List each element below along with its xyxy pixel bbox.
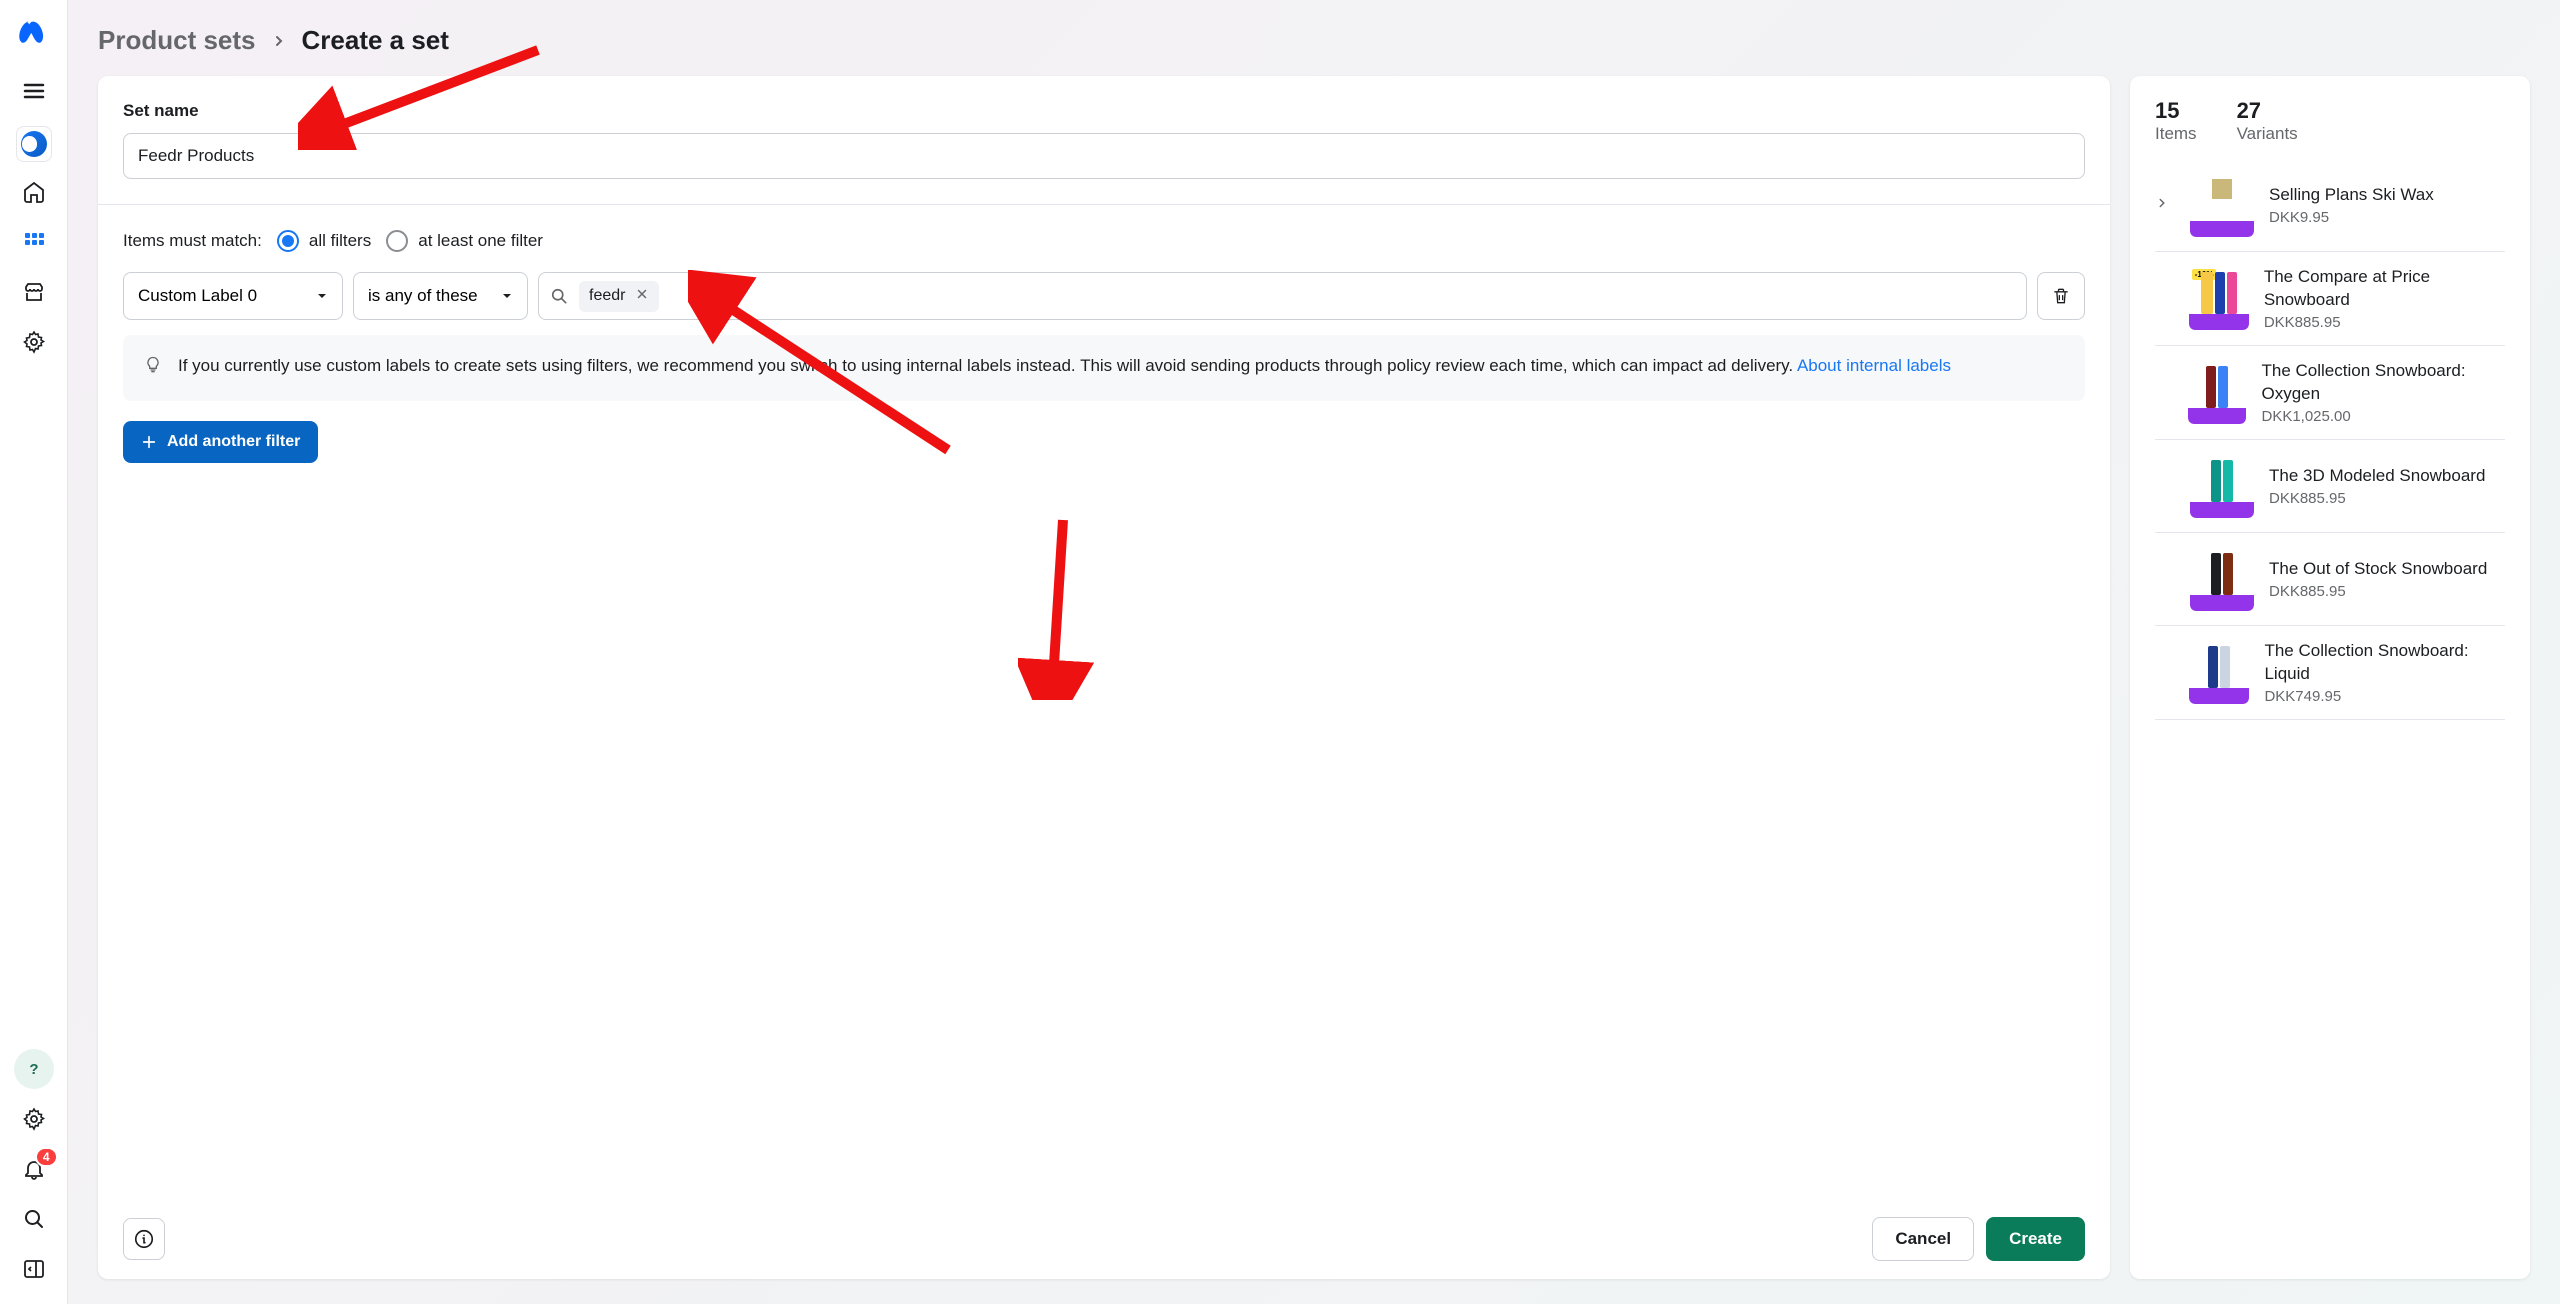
product-name: The Collection Snowboard: Liquid bbox=[2264, 640, 2505, 686]
product-price: DKK885.95 bbox=[2264, 314, 2505, 331]
remove-chip-icon[interactable] bbox=[635, 287, 649, 306]
product-price: DKK885.95 bbox=[2269, 490, 2485, 507]
product-thumbnail bbox=[2190, 454, 2254, 518]
account-avatar[interactable] bbox=[16, 126, 52, 162]
delete-filter-button[interactable] bbox=[2037, 272, 2085, 320]
product-name: Selling Plans Ski Wax bbox=[2269, 184, 2434, 207]
chevron-down-icon bbox=[501, 290, 513, 302]
product-name: The 3D Modeled Snowboard bbox=[2269, 465, 2485, 488]
product-item[interactable]: The 3D Modeled Snowboard DKK885.95 bbox=[2155, 440, 2505, 533]
product-item[interactable]: The Out of Stock Snowboard DKK885.95 bbox=[2155, 533, 2505, 626]
search-icon[interactable] bbox=[14, 1199, 54, 1239]
product-price: DKK885.95 bbox=[2269, 583, 2487, 600]
radio-icon bbox=[386, 230, 408, 252]
chevron-right-icon[interactable] bbox=[2155, 196, 2175, 215]
set-name-input[interactable] bbox=[123, 133, 2085, 179]
product-thumbnail bbox=[2189, 640, 2250, 704]
plus-icon bbox=[141, 434, 157, 450]
trash-icon bbox=[2051, 286, 2071, 306]
chevron-down-icon bbox=[316, 290, 328, 302]
filter-value-input[interactable]: feedr bbox=[538, 272, 2027, 320]
notifications-bell-icon[interactable]: 4 bbox=[14, 1149, 54, 1189]
items-stat: 15 Items bbox=[2155, 98, 2197, 144]
lightbulb-icon bbox=[143, 355, 163, 383]
info-link[interactable]: About internal labels bbox=[1797, 356, 1951, 375]
product-thumbnail bbox=[2188, 360, 2246, 424]
product-price: DKK749.95 bbox=[2264, 688, 2505, 705]
cancel-button[interactable]: Cancel bbox=[1872, 1217, 1974, 1261]
hamburger-menu-icon[interactable] bbox=[14, 71, 54, 111]
product-name: The Out of Stock Snowboard bbox=[2269, 558, 2487, 581]
svg-text:?: ? bbox=[29, 1061, 38, 1078]
product-item[interactable]: The Collection Snowboard: Liquid DKK749.9… bbox=[2155, 626, 2505, 720]
filter-operator-select[interactable]: is any of these bbox=[353, 272, 528, 320]
notification-badge: 4 bbox=[35, 1147, 58, 1167]
settings-gear-icon[interactable] bbox=[14, 322, 54, 362]
home-icon[interactable] bbox=[14, 172, 54, 212]
breadcrumb-current: Create a set bbox=[302, 25, 449, 56]
set-name-label: Set name bbox=[123, 101, 2085, 121]
left-sidebar: ? 4 bbox=[0, 0, 68, 1304]
product-item[interactable]: Selling Plans Ski Wax DKK9.95 bbox=[2155, 159, 2505, 252]
settings-gear-icon-2[interactable] bbox=[14, 1099, 54, 1139]
preview-panel: 15 Items 27 Variants Selling Plans Ski W… bbox=[2130, 76, 2530, 1279]
info-callout: If you currently use custom labels to cr… bbox=[123, 335, 2085, 401]
filter-chip: feedr bbox=[579, 281, 659, 312]
meta-logo-icon bbox=[16, 15, 52, 51]
panel-collapse-icon[interactable] bbox=[14, 1249, 54, 1289]
product-name: The Collection Snowboard: Oxygen bbox=[2261, 360, 2505, 406]
product-price: DKK9.95 bbox=[2269, 209, 2434, 226]
grid-icon[interactable] bbox=[14, 222, 54, 262]
breadcrumb: Product sets Create a set bbox=[98, 25, 2530, 56]
radio-all-filters[interactable]: all filters bbox=[277, 230, 371, 252]
product-thumbnail bbox=[2190, 173, 2254, 237]
filter-field-select[interactable]: Custom Label 0 bbox=[123, 272, 343, 320]
match-label: Items must match: bbox=[123, 231, 262, 251]
product-price: DKK1,025.00 bbox=[2261, 408, 2505, 425]
product-name: The Compare at Price Snowboard bbox=[2264, 266, 2505, 312]
variants-stat: 27 Variants bbox=[2237, 98, 2298, 144]
create-button[interactable]: Create bbox=[1986, 1217, 2085, 1261]
product-thumbnail bbox=[2190, 547, 2254, 611]
radio-icon bbox=[277, 230, 299, 252]
shop-icon[interactable] bbox=[14, 272, 54, 312]
add-filter-button[interactable]: Add another filter bbox=[123, 421, 318, 463]
product-item[interactable]: -10% The Compare at Price Snowboard DKK885… bbox=[2155, 252, 2505, 346]
chevron-right-icon bbox=[271, 25, 287, 56]
help-icon[interactable]: ? bbox=[14, 1049, 54, 1089]
product-list[interactable]: Selling Plans Ski Wax DKK9.95 -10% The Comp… bbox=[2130, 159, 2530, 1257]
search-icon bbox=[549, 286, 569, 306]
create-set-form: Set name Items must match: all filters a… bbox=[98, 76, 2110, 1279]
info-icon bbox=[133, 1228, 155, 1250]
product-thumbnail: -10% bbox=[2189, 266, 2249, 330]
product-item[interactable]: The Collection Snowboard: Oxygen DKK1,025… bbox=[2155, 346, 2505, 440]
radio-at-least-one[interactable]: at least one filter bbox=[386, 230, 543, 252]
info-button[interactable] bbox=[123, 1218, 165, 1260]
breadcrumb-parent[interactable]: Product sets bbox=[98, 25, 256, 56]
